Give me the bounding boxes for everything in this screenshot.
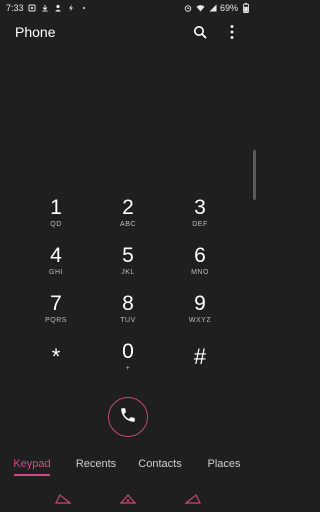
dot-icon [80,4,89,13]
key-letters: JKL [121,269,135,276]
key-letters: GHI [49,269,63,276]
key-digit: 0 [122,340,134,363]
key-letters: DEF [192,221,208,228]
search-icon[interactable] [191,23,209,41]
key-1[interactable]: 1 QD [20,196,92,244]
key-7[interactable]: 7 PQRS [20,292,92,340]
tab-places[interactable]: Places [192,452,256,478]
key-0[interactable]: 0 + [92,340,164,388]
home-icon[interactable] [119,492,137,506]
key-digit: 1 [50,196,62,219]
key-digit: * [51,344,61,369]
key-digit: 7 [50,292,62,315]
back-icon[interactable] [54,492,72,506]
key-letters: MNO [191,269,209,276]
status-time: 7:33 [6,3,24,13]
tab-contacts[interactable]: Contacts [128,452,192,478]
key-4[interactable]: 4 GHI [20,244,92,292]
app-actions [191,23,241,41]
status-bar: 7:33 69% [0,0,256,16]
key-digit: 4 [50,244,62,267]
page-title: Phone [15,24,56,40]
keypad-row: * 0 + # [20,340,236,388]
download-icon [41,4,50,13]
key-hash[interactable]: # [164,340,236,388]
bolt-icon [67,4,76,13]
battery-icon [241,3,250,13]
tab-bar: Keypad Recents Contacts Places [0,452,256,478]
battery-percent: 69% [219,3,238,13]
tab-active-indicator [14,474,50,476]
person-icon [54,4,63,13]
tab-keypad[interactable]: Keypad [0,452,64,478]
status-left: 7:33 [6,3,89,13]
phone-icon [119,406,137,429]
alarm-icon [184,4,193,13]
key-star[interactable]: * [20,340,92,388]
key-digit: 5 [122,244,134,267]
key-letters: WXYZ [188,317,212,324]
key-digit: 6 [194,244,206,267]
key-2[interactable]: 2 ABC [92,196,164,244]
keypad: 1 QD 2 ABC 3 DEF 4 GHI 5 JKL 6 MNO 7 PQR… [20,196,236,388]
tab-label: Keypad [13,458,51,470]
notification-icon [28,4,37,13]
keypad-row: 1 QD 2 ABC 3 DEF [20,196,236,244]
call-button[interactable] [108,397,148,437]
tab-label: Contacts [138,458,182,470]
key-9[interactable]: 9 WXYZ [164,292,236,340]
app-bar: Phone [0,18,256,46]
key-3[interactable]: 3 DEF [164,196,236,244]
key-letters: + [125,365,131,372]
tab-label: Places [207,458,241,470]
key-digit: 3 [194,196,206,219]
scroll-indicator[interactable] [253,150,256,200]
key-digit: 8 [122,292,134,315]
system-nav-bar [0,486,256,512]
key-letters: ABC [120,221,136,228]
more-vertical-icon[interactable] [223,23,241,41]
key-6[interactable]: 6 MNO [164,244,236,292]
tab-recents[interactable]: Recents [64,452,128,478]
key-8[interactable]: 8 TUV [92,292,164,340]
keypad-row: 7 PQRS 8 TUV 9 WXYZ [20,292,236,340]
key-letters: QD [50,221,62,228]
status-right: 69% [184,3,250,13]
key-5[interactable]: 5 JKL [92,244,164,292]
recents-icon[interactable] [184,492,202,506]
key-digit: 2 [122,196,134,219]
key-digit: 9 [194,292,206,315]
key-digit: # [193,344,207,369]
key-letters: PQRS [45,317,67,324]
keypad-row: 4 GHI 5 JKL 6 MNO [20,244,236,292]
signal-icon [208,4,217,13]
tab-label: Recents [75,458,117,470]
wifi-icon [196,4,205,13]
key-letters: TUV [120,317,136,324]
